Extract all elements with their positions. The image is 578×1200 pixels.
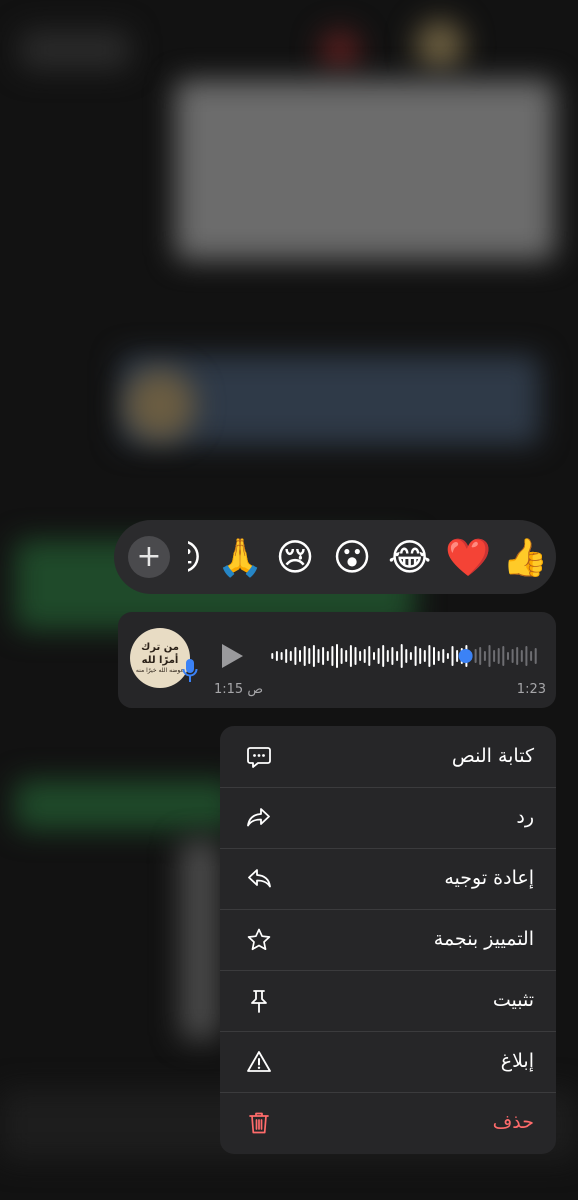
menu-label-pin: تثبيت bbox=[492, 989, 534, 1011]
sender-avatar: من ترك أمرًا لله عوضه الله خيرًا منه bbox=[130, 628, 190, 688]
waveform-bar bbox=[368, 646, 371, 666]
menu-item-pin[interactable]: تثبيت bbox=[220, 970, 556, 1032]
waveform-bar bbox=[428, 645, 431, 667]
reaction-folded-hands[interactable]: 🙏 bbox=[217, 539, 263, 576]
waveform-bar bbox=[446, 653, 449, 659]
pin-icon bbox=[251, 990, 267, 1013]
waveform-bar bbox=[433, 647, 435, 665]
microphone-icon bbox=[182, 659, 198, 682]
waveform-bar bbox=[534, 648, 537, 664]
waveform-bar bbox=[331, 646, 334, 666]
waveform-bar bbox=[317, 649, 320, 663]
waveform-bar bbox=[525, 646, 528, 666]
waveform-bar bbox=[493, 650, 496, 662]
waveform-bar bbox=[303, 646, 306, 666]
waveform-bar bbox=[474, 649, 477, 663]
menu-label-report: إبلاغ bbox=[500, 1050, 534, 1072]
waveform-bar bbox=[502, 646, 505, 666]
reaction-emoji-row: 😐 🙏 😢 😮 😂 ❤️ 👍 bbox=[174, 520, 544, 594]
waveform-bar bbox=[391, 647, 394, 665]
menu-item-transcribe[interactable]: كتابة النص bbox=[220, 726, 556, 788]
reaction-surprised-face[interactable]: 😮 bbox=[331, 539, 373, 576]
waveform-bar bbox=[322, 647, 325, 665]
menu-label-reply: رد bbox=[516, 806, 534, 828]
menu-item-report[interactable]: إبلاغ bbox=[220, 1031, 556, 1093]
forward-icon bbox=[248, 869, 271, 888]
menu-item-star[interactable]: التمييز بنجمة bbox=[220, 909, 556, 971]
waveform-bar bbox=[530, 651, 533, 661]
waveform-bar bbox=[386, 650, 389, 662]
menu-item-delete[interactable]: حذف bbox=[220, 1092, 556, 1153]
waveform-bar bbox=[289, 651, 292, 661]
waveform-bar bbox=[275, 651, 278, 661]
waveform-bar bbox=[442, 649, 445, 663]
waveform-bar bbox=[520, 650, 523, 662]
waveform-bar bbox=[497, 648, 500, 664]
voice-duration: 1:23 bbox=[516, 682, 546, 697]
waveform-bar bbox=[340, 648, 343, 664]
waveform-bar bbox=[382, 645, 385, 667]
reaction-thumbs-up[interactable]: 👍 bbox=[502, 539, 544, 576]
waveform-bar bbox=[414, 646, 417, 666]
waveform-bar bbox=[511, 649, 514, 663]
waveform-bar bbox=[345, 650, 348, 662]
waveform-bar bbox=[312, 645, 315, 667]
waveform-bar bbox=[363, 649, 366, 663]
waveform-bar bbox=[483, 651, 486, 661]
avatar-text-line1: من ترك أمرًا لله bbox=[141, 642, 179, 667]
waveform-bar bbox=[479, 647, 482, 665]
waveform-bar bbox=[456, 650, 459, 662]
reaction-bar: + 😐 🙏 😢 😮 😂 ❤️ 👍 bbox=[114, 520, 556, 594]
waveform-bar bbox=[451, 646, 454, 666]
waveform-bar bbox=[285, 649, 288, 663]
waveform-bar bbox=[400, 644, 403, 668]
playhead-scrubber[interactable] bbox=[458, 649, 473, 663]
waveform-bar bbox=[409, 652, 412, 660]
waveform-bar bbox=[507, 652, 509, 660]
add-reaction-button[interactable]: + bbox=[128, 536, 170, 578]
audio-waveform[interactable] bbox=[270, 638, 538, 674]
menu-label-transcribe: كتابة النص bbox=[451, 745, 534, 767]
waveform-bar bbox=[354, 647, 357, 665]
reply-icon bbox=[247, 808, 270, 827]
reaction-crying-face[interactable]: 😢 bbox=[274, 539, 316, 576]
menu-item-reply[interactable]: رد bbox=[220, 787, 556, 849]
waveform-bar bbox=[336, 644, 338, 668]
waveform-bar bbox=[359, 651, 362, 661]
message-sent-time: 1:15 ص bbox=[214, 682, 264, 697]
waveform-bar bbox=[488, 645, 491, 667]
avatar-text-line2: عوضه الله خيرًا منه bbox=[135, 667, 185, 675]
waveform-bar bbox=[373, 652, 375, 660]
message-context-menu: كتابة النص رد إعادة توجيه التمييز بنجمة … bbox=[220, 726, 556, 1154]
reaction-neutral-face[interactable]: 😐 bbox=[188, 539, 202, 576]
waveform-bar bbox=[516, 647, 519, 665]
reaction-red-heart[interactable]: ❤️ bbox=[445, 539, 491, 576]
reaction-laughing-face[interactable]: 😂 bbox=[388, 539, 431, 576]
waveform-bar bbox=[437, 651, 440, 661]
waveform-bar bbox=[271, 653, 274, 659]
waveform-bar bbox=[308, 648, 311, 664]
waveform-bar bbox=[299, 650, 301, 662]
waveform-bar bbox=[396, 651, 399, 661]
menu-label-star: التمييز بنجمة bbox=[433, 928, 534, 950]
menu-item-forward[interactable]: إعادة توجيه bbox=[220, 848, 556, 910]
star-icon bbox=[247, 928, 271, 951]
waveform-bar bbox=[405, 649, 408, 663]
waveform-bar bbox=[419, 648, 422, 664]
report-icon bbox=[247, 1051, 271, 1072]
waveform-bar bbox=[423, 650, 426, 662]
waveform-bar bbox=[294, 647, 297, 665]
transcript-icon bbox=[247, 747, 271, 768]
menu-label-delete: حذف bbox=[492, 1111, 534, 1133]
waveform-bar bbox=[280, 652, 283, 660]
play-icon[interactable] bbox=[222, 644, 243, 668]
waveform-bar bbox=[377, 648, 380, 664]
menu-label-forward: إعادة توجيه bbox=[444, 867, 534, 889]
voice-message-bubble[interactable]: من ترك أمرًا لله عوضه الله خيرًا منه 1:1… bbox=[118, 612, 556, 708]
trash-icon bbox=[249, 1112, 269, 1134]
waveform-bar bbox=[326, 651, 329, 661]
waveform-bar bbox=[349, 645, 352, 667]
